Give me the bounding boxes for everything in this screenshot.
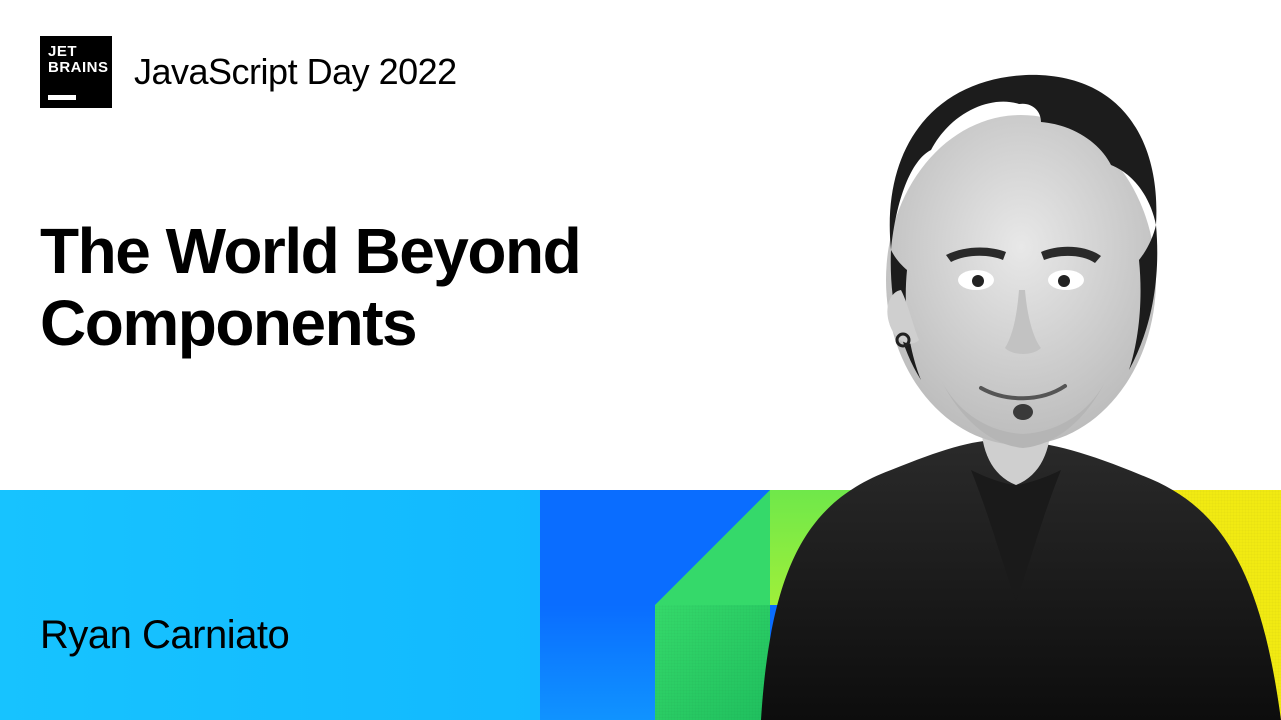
logo-underline [48, 95, 76, 100]
talk-title: The World Beyond Components [40, 216, 740, 359]
header: JET BRAINS JavaScript Day 2022 [40, 36, 457, 108]
shape-block [540, 490, 655, 605]
speaker-name: Ryan Carniato [40, 613, 289, 658]
footer-cyan-block: Ryan Carniato [0, 490, 540, 720]
event-name: JavaScript Day 2022 [134, 51, 457, 93]
jetbrains-logo: JET BRAINS [40, 36, 112, 108]
logo-line-1: JET [48, 44, 104, 60]
logo-line-2: BRAINS [48, 60, 104, 76]
speaker-portrait [741, 0, 1281, 720]
shape-block [540, 605, 655, 720]
